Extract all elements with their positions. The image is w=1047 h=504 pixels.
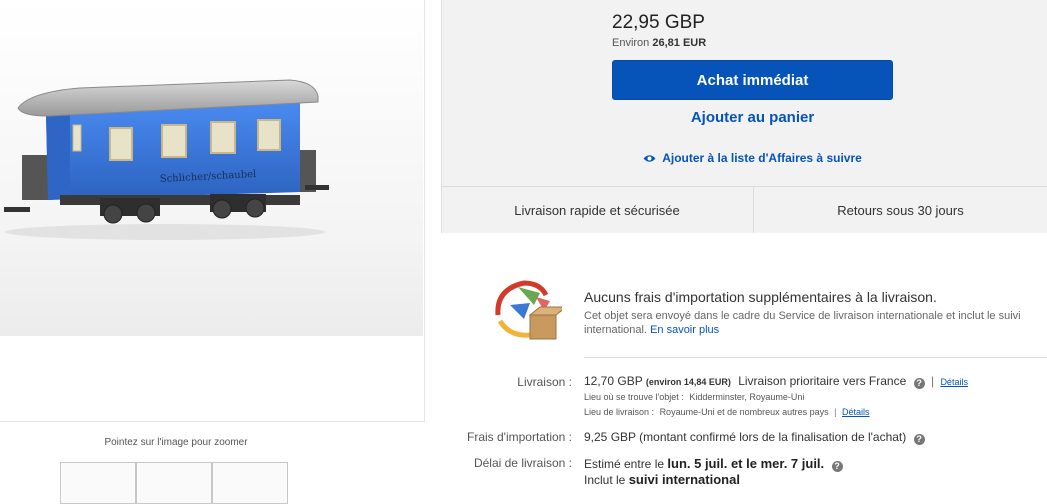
image-panel-bottom-border	[0, 421, 425, 422]
benefit-returns: Retours sous 30 jours	[837, 202, 964, 218]
zoom-hint: Pointez sur l'image pour zoomer	[104, 437, 248, 448]
separator: |	[834, 407, 837, 417]
item-location-label: Lieu où se trouve l'objet :	[584, 392, 684, 402]
price-approx-value: 26,81 EUR	[652, 37, 707, 49]
tracking-prefix: Inclut le	[584, 473, 626, 487]
import-fees-label: Frais d'importation :	[467, 430, 572, 444]
ship-to-label: Lieu de livraison :	[584, 407, 655, 417]
thumbnail-1[interactable]	[60, 462, 136, 504]
delivery-prefix: Estimé entre le	[584, 457, 665, 471]
tracking-value: suivi international	[628, 472, 740, 487]
product-image[interactable]: Schlicher/schaubel	[0, 0, 423, 336]
item-location: Lieu où se trouve l'objet : Kidderminste…	[584, 392, 804, 402]
thumbnail-2[interactable]	[136, 462, 212, 504]
ship-to-value: Royaume-Uni et de nombreux autres pays	[659, 407, 829, 417]
image-panel-border	[424, 0, 425, 422]
shipping-label: Livraison :	[517, 375, 572, 389]
import-fees-note: (montant confirmé lors de la finalisatio…	[639, 430, 907, 444]
buy-now-button[interactable]: Achat immédiat	[612, 60, 893, 100]
ship-to: Lieu de livraison : Royaume-Uni et de no…	[584, 407, 870, 417]
import-fees-amount: 9,25 GBP	[584, 430, 636, 444]
separator: |	[930, 374, 935, 388]
watchlist-link[interactable]: Ajouter à la liste d'Affaires à suivre	[612, 151, 893, 165]
benefit-fast-shipping: Livraison rapide et sécurisée	[514, 202, 680, 218]
import-fees-value: 9,25 GBP (montant confirmé lors de la fi…	[584, 430, 925, 445]
ship-to-details-link[interactable]: Détails	[842, 407, 870, 417]
global-shipping-icon	[490, 275, 568, 345]
thumbnail-3[interactable]	[212, 462, 288, 504]
delivery-label: Délai de livraison :	[473, 456, 572, 470]
price-approx-prefix: Environ	[612, 37, 650, 49]
help-icon[interactable]: ?	[913, 378, 925, 389]
shipping-price: 12,70 GBP	[584, 374, 643, 388]
section-divider	[584, 357, 1047, 358]
add-to-cart-link[interactable]: Ajouter au panier	[612, 109, 893, 126]
import-description: Cet objet sera envoyé dans le cadre du S…	[584, 309, 1044, 337]
shipping-value: 12,70 GBP (environ 14,84 EUR) Livraison …	[584, 374, 968, 389]
shipping-details-link[interactable]: Détails	[940, 377, 968, 387]
learn-more-link[interactable]: En savoir plus	[650, 324, 719, 336]
shipping-approx: (environ 14,84 EUR)	[645, 377, 731, 387]
help-icon[interactable]: ?	[831, 461, 843, 472]
price-conversion: Environ 26,81 EUR	[612, 37, 706, 49]
item-price: 22,95 GBP	[612, 12, 705, 33]
train-carriage-image: Schlicher/schaubel	[4, 79, 329, 240]
shipping-method: Livraison prioritaire vers France	[738, 374, 907, 388]
tracking-info: Inclut le suivi international	[584, 472, 740, 487]
help-icon[interactable]: ?	[913, 434, 925, 445]
item-location-value: Kidderminster, Royaume-Uni	[689, 392, 805, 402]
delivery-estimate: Estimé entre le lun. 5 juil. et le mer. …	[584, 456, 843, 472]
watchlist-label: Ajouter à la liste d'Affaires à suivre	[662, 151, 862, 165]
delivery-range: lun. 5 juil. et le mer. 7 juil.	[667, 456, 825, 471]
eye-icon	[643, 155, 656, 162]
import-title: Aucuns frais d'importation supplémentair…	[584, 289, 937, 305]
